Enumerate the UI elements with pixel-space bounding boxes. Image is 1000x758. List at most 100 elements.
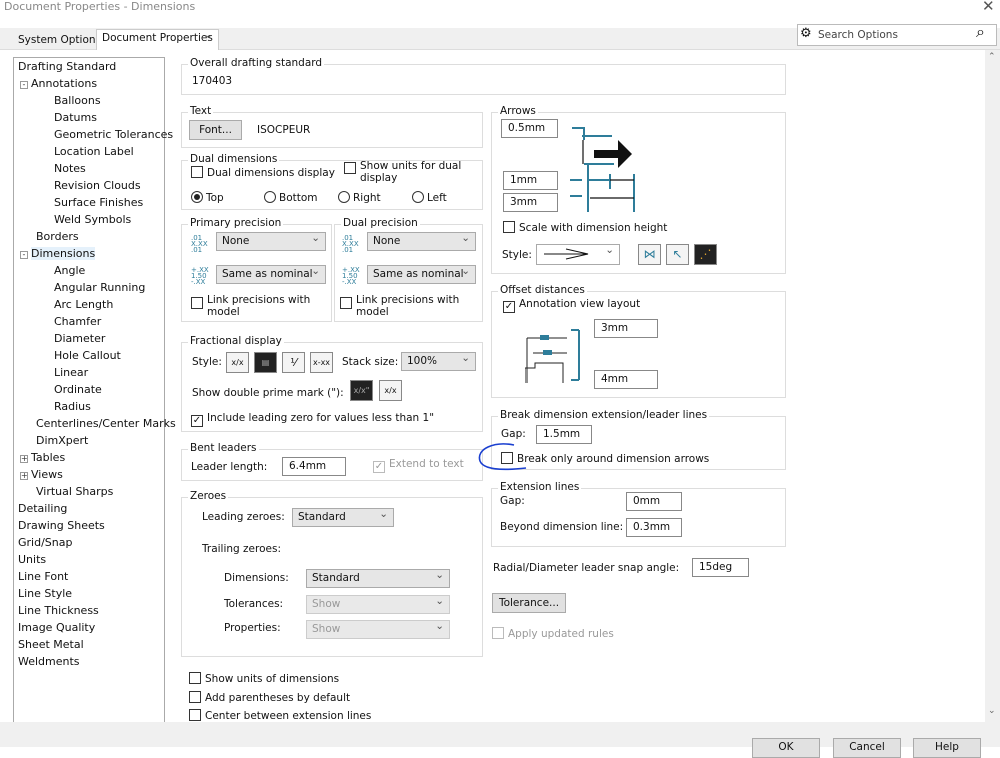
tree-item[interactable]: Drawing Sheets [18, 519, 105, 532]
tree-item[interactable]: Angle [54, 264, 85, 277]
tree-item[interactable]: Revision Clouds [54, 179, 141, 192]
tree-item[interactable]: Sheet Metal [18, 638, 84, 651]
tree-item[interactable]: Balloons [54, 94, 101, 107]
tree-item[interactable]: DimXpert [36, 434, 88, 447]
fraction-inline-button[interactable]: x/x [226, 352, 249, 373]
tree-item[interactable]: Image Quality [18, 621, 95, 634]
tree-item[interactable]: Diameter [54, 332, 105, 345]
leader-length-input[interactable]: 6.4mm [282, 457, 346, 476]
fraction-dash-button[interactable]: x-xx [310, 352, 333, 373]
primary-tolerance-select[interactable]: Same as nominal [216, 265, 326, 284]
font-button[interactable]: Font... [189, 120, 242, 140]
tree-item[interactable]: Units [18, 553, 46, 566]
tree-item[interactable]: + Tables [20, 451, 65, 464]
tree-item[interactable]: Linear [54, 366, 88, 379]
tree-item[interactable]: Notes [54, 162, 86, 175]
offset-between-input[interactable]: 4mm [594, 370, 658, 389]
apply-updated-rules-checkbox[interactable]: Apply updated rules [492, 627, 614, 640]
show-units-checkbox[interactable]: Show units of dimensions [189, 672, 339, 685]
vertical-scrollbar[interactable]: ⌃ ⌄ [985, 50, 1000, 722]
break-only-arrows-checkbox[interactable]: Break only around dimension arrows [501, 452, 709, 465]
dual-display-checkbox[interactable]: Dual dimensions display [191, 166, 335, 179]
radio-right[interactable]: Right [338, 191, 381, 204]
search-icon[interactable]: ⌕ [976, 22, 985, 42]
primary-precision-select[interactable]: None [216, 232, 326, 251]
tree-item[interactable]: - Dimensions [20, 247, 96, 260]
scroll-up-icon[interactable]: ⌃ [988, 52, 996, 62]
stack-size-select[interactable]: 100% [401, 352, 476, 371]
tree-item[interactable]: Datums [54, 111, 97, 124]
tree-item[interactable]: Hole Callout [54, 349, 121, 362]
tree-item[interactable]: Line Thickness [18, 604, 99, 617]
tolerance-button[interactable]: Tolerance... [492, 593, 566, 613]
arrow-width-input[interactable]: 0.5mm [501, 119, 558, 138]
arrows-inside-icon[interactable]: ⋈ [638, 244, 661, 265]
tree-item[interactable]: - Annotations [20, 77, 97, 90]
extend-to-text-checkbox[interactable]: ✓ Extend to text [373, 458, 464, 473]
snap-angle-input[interactable]: 15deg [692, 558, 749, 577]
tree-item[interactable]: Centerlines/Center Marks [36, 417, 176, 430]
tree-item[interactable]: Radius [54, 400, 91, 413]
tree-item[interactable]: Ordinate [54, 383, 102, 396]
fraction-diagonal-button[interactable]: ⅟ [282, 352, 305, 373]
expand-icon[interactable]: + [20, 455, 28, 463]
dual-precision-select[interactable]: None [367, 232, 476, 251]
help-button[interactable]: Help [913, 738, 981, 758]
tree-item[interactable]: Borders [36, 230, 79, 243]
arrows-outside-icon[interactable]: ↖ [666, 244, 689, 265]
arrows-smart-icon[interactable]: ⋰ [694, 244, 717, 265]
cancel-button[interactable]: Cancel [833, 738, 901, 758]
tree-item[interactable]: Chamfer [54, 315, 101, 328]
tree-item[interactable]: Weld Symbols [54, 213, 131, 226]
arrow-style-select[interactable] [536, 244, 620, 265]
expand-icon[interactable]: + [20, 472, 28, 480]
search-input[interactable]: Search Options [797, 24, 997, 46]
collapse-icon[interactable]: - [20, 251, 28, 259]
parentheses-checkbox[interactable]: Add parentheses by default [189, 691, 350, 704]
trailing-tolerances-select[interactable]: Show [306, 595, 450, 614]
dual-tolerance-select[interactable]: Same as nominal [367, 265, 476, 284]
tree-item[interactable]: Virtual Sharps [36, 485, 113, 498]
tree-item[interactable]: Surface Finishes [54, 196, 143, 209]
arrow-height-input[interactable]: 1mm [503, 171, 558, 190]
tree-item[interactable]: Grid/Snap [18, 536, 72, 549]
tree-item[interactable]: Location Label [54, 145, 134, 158]
arrow-length-input[interactable]: 3mm [503, 193, 558, 212]
radio-bottom[interactable]: Bottom [264, 191, 318, 204]
tree-item[interactable]: Line Style [18, 587, 72, 600]
tab-document-properties[interactable]: Document Properties [96, 29, 219, 51]
scroll-down-icon[interactable]: ⌄ [988, 706, 996, 716]
tree-item[interactable]: Line Font [18, 570, 68, 583]
scale-dimension-height-checkbox[interactable]: Scale with dimension height [503, 221, 667, 234]
tree-item[interactable]: Drafting Standard [18, 60, 116, 73]
annotation-view-layout-checkbox[interactable]: ✓ Annotation view layout [503, 298, 640, 313]
trailing-properties-select[interactable]: Show [306, 620, 450, 639]
double-prime-off-button[interactable]: x/x [379, 380, 402, 401]
tree-item[interactable]: Angular Running [54, 281, 145, 294]
ext-gap-input[interactable]: 0mm [626, 492, 682, 511]
trailing-dimensions-select[interactable]: Standard [306, 569, 450, 588]
double-prime-on-button[interactable]: x/x" [350, 380, 373, 401]
tree-item[interactable]: Weldments [18, 655, 80, 668]
radio-top[interactable]: Top [191, 191, 224, 204]
tree-item[interactable]: Geometric Tolerances [54, 128, 173, 141]
break-gap-input[interactable]: 1.5mm [536, 425, 592, 444]
leading-zeroes-select[interactable]: Standard [292, 508, 394, 527]
fraction-stacked-button[interactable]: ▤ [254, 352, 277, 373]
show-units-dual-checkbox[interactable]: Show units for dual display [344, 160, 464, 184]
radio-left[interactable]: Left [412, 191, 447, 204]
dual-link-checkbox[interactable]: Link precisions with model [340, 294, 470, 318]
offset-first-input[interactable]: 3mm [594, 319, 658, 338]
tree-item[interactable]: Detailing [18, 502, 67, 515]
center-extension-checkbox[interactable]: Center between extension lines [189, 709, 371, 722]
ok-button[interactable]: OK [752, 738, 820, 758]
tab-system-options[interactable]: System Options [12, 32, 107, 50]
primary-link-checkbox[interactable]: Link precisions with model [191, 294, 321, 318]
beyond-input[interactable]: 0.3mm [626, 518, 682, 537]
collapse-icon[interactable]: - [20, 81, 28, 89]
tree-item-label: Chamfer [54, 315, 102, 328]
tree-item[interactable]: Arc Length [54, 298, 113, 311]
tree-item[interactable]: + Views [20, 468, 63, 481]
leading-zero-checkbox[interactable]: ✓ Include leading zero for values less th… [191, 412, 434, 427]
close-icon[interactable]: ✕ [982, 0, 995, 15]
